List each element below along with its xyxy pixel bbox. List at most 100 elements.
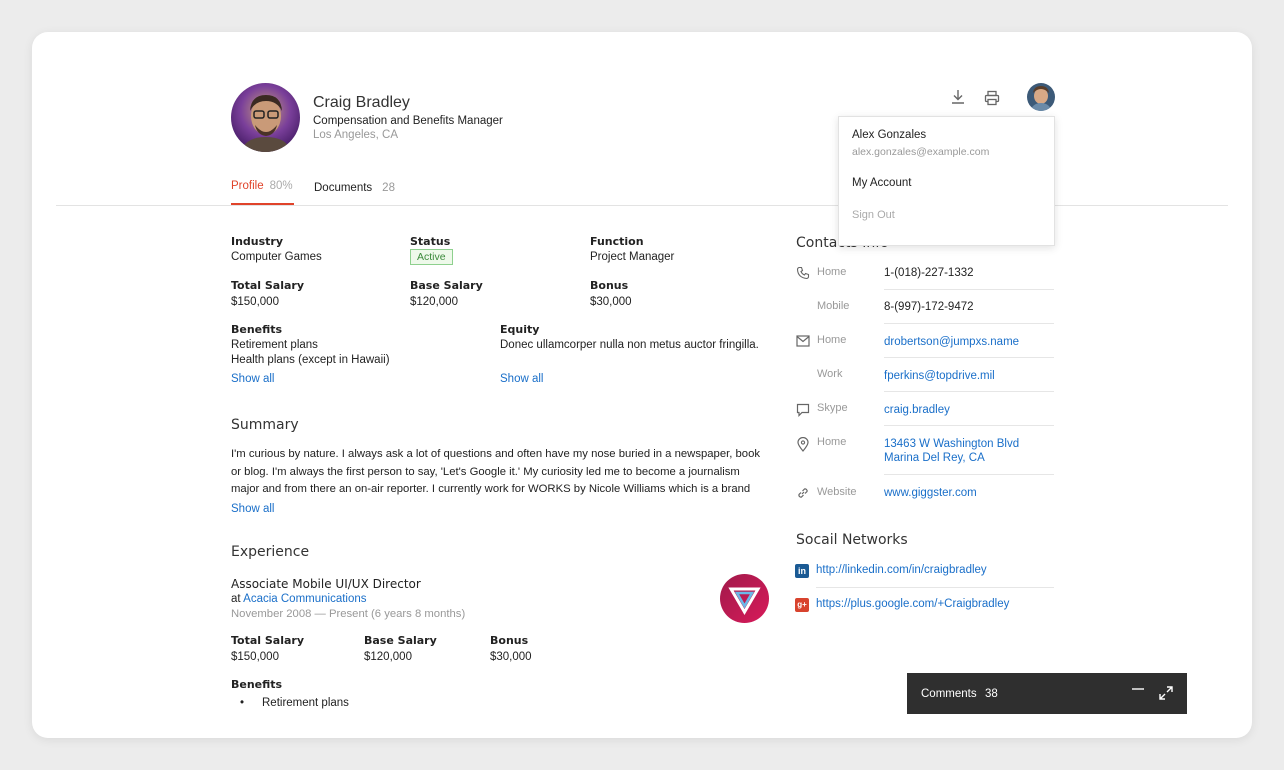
print-icon[interactable] [983, 89, 1001, 107]
social-heading: Socail Networks [796, 532, 908, 548]
account-dropdown-menu: Alex Gonzales alex.gonzales@example.com … [838, 116, 1055, 246]
mail-icon [796, 335, 810, 350]
tab-profile[interactable]: Profile 80% [231, 180, 293, 192]
exp-benefits-label: Benefits [231, 678, 283, 691]
my-account-menu-item[interactable]: My Account [852, 177, 911, 189]
status-badge: Active [410, 249, 453, 265]
contact-website-link[interactable]: www.giggster.com [884, 486, 977, 500]
contact-label: Home [817, 334, 847, 346]
bonus-value: $30,000 [590, 296, 632, 308]
tab-documents[interactable]: Documents 28 [314, 182, 395, 194]
equity-value: Donec ullamcorper nulla non metus auctor… [500, 339, 759, 351]
contact-row-phone-mobile: Mobile 8-(997)-172-9472 [796, 300, 1054, 324]
contact-row-website: Website www.giggster.com [796, 485, 1054, 509]
contact-label: Home [817, 436, 847, 448]
location-pin-icon [797, 436, 809, 455]
contact-row-phone-home: Home 1-(018)-227-1332 [796, 266, 1054, 290]
contact-label: Website [817, 486, 857, 498]
function-value: Project Manager [590, 251, 675, 263]
contact-label: Skype [817, 402, 848, 414]
tab-profile-count: 80% [269, 180, 293, 192]
download-icon[interactable] [949, 88, 967, 106]
contact-address-line2[interactable]: Marina Del Rey, CA [884, 451, 985, 465]
contact-value: 8-(997)-172-9472 [884, 301, 974, 313]
googleplus-icon: g+ [795, 598, 809, 612]
linkedin-icon: in [795, 564, 809, 578]
summary-show-all-link[interactable]: Show all [231, 503, 274, 515]
equity-show-all-link[interactable]: Show all [500, 373, 543, 385]
profile-job-title: Compensation and Benefits Manager [313, 115, 503, 127]
summary-heading: Summary [231, 417, 299, 433]
expand-icon[interactable] [1158, 685, 1174, 704]
exp-bonus-label: Bonus [490, 634, 529, 647]
account-avatar-button[interactable] [1027, 83, 1055, 111]
chat-icon [796, 403, 810, 420]
exp-base-salary-value: $120,000 [364, 651, 412, 663]
contact-row-address: Home 13463 W Washington Blvd Marina Del … [796, 436, 1054, 476]
contact-divider [796, 425, 1054, 426]
contact-row-email-home: Home drobertson@jumpxs.name [796, 334, 1054, 358]
benefits-label: Benefits [231, 323, 283, 336]
experience-role: Associate Mobile UI/UX Director [231, 577, 421, 591]
comments-count: 38 [985, 688, 998, 700]
summary-text: I'm curious by nature. I always ask a lo… [231, 448, 761, 495]
industry-label: Industry [231, 235, 284, 248]
contact-email-link[interactable]: fperkins@topdrive.mil [884, 369, 995, 383]
total-salary-value: $150,000 [231, 296, 279, 308]
link-icon [796, 486, 810, 503]
benefits-show-all-link[interactable]: Show all [231, 373, 274, 385]
status-label: Status [410, 235, 451, 248]
phone-icon [796, 266, 810, 283]
status-badge-wrap: Active [410, 248, 453, 265]
contact-row-skype: Skype craig.bradley [796, 402, 1054, 426]
sign-out-menu-item[interactable]: Sign Out [852, 209, 895, 221]
function-label: Function [590, 235, 644, 248]
tab-documents-label: Documents [314, 182, 373, 194]
experience-company-line: at Acacia Communications [231, 593, 367, 605]
comments-label: Comments [921, 688, 977, 700]
exp-total-salary-value: $150,000 [231, 651, 279, 663]
dropdown-user-name: Alex Gonzales [852, 129, 927, 141]
exp-total-salary-label: Total Salary [231, 634, 305, 647]
equity-label: Equity [500, 323, 540, 336]
googleplus-link[interactable]: https://plus.google.com/+Craigbradley [816, 598, 1009, 610]
profile-location: Los Angeles, CA [313, 129, 399, 141]
contact-label: Home [817, 266, 847, 278]
contact-label: Mobile [817, 300, 850, 312]
linkedin-link[interactable]: http://linkedin.com/in/craigbradley [816, 564, 987, 576]
bullet-dot: • [240, 697, 245, 709]
contact-value: 1-(018)-227-1332 [884, 267, 974, 279]
contact-email-link[interactable]: drobertson@jumpxs.name [884, 335, 1019, 349]
experience-company-link[interactable]: Acacia Communications [243, 593, 366, 605]
contact-divider [796, 289, 1054, 290]
profile-avatar [231, 83, 300, 152]
base-salary-value: $120,000 [410, 296, 458, 308]
profile-card: Craig Bradley Compensation and Benefits … [32, 32, 1252, 738]
tab-profile-label: Profile [231, 180, 264, 192]
industry-value: Computer Games [231, 251, 322, 263]
company-logo [720, 574, 769, 623]
dropdown-user-email: alex.gonzales@example.com [852, 146, 990, 158]
contact-divider [796, 357, 1054, 358]
contact-skype-link[interactable]: craig.bradley [884, 403, 950, 417]
benefits-item: Retirement plans [231, 339, 318, 351]
contact-divider [796, 323, 1054, 324]
exp-base-salary-label: Base Salary [364, 634, 437, 647]
benefits-item: Health plans (except in Hawaii) [231, 354, 390, 366]
comments-bar[interactable]: Comments 38 [907, 673, 1187, 714]
social-divider [816, 587, 1054, 588]
exp-bonus-value: $30,000 [490, 651, 532, 663]
contact-label: Work [817, 368, 843, 380]
exp-benefits-item: Retirement plans [262, 697, 349, 709]
contact-divider [796, 391, 1054, 392]
contact-divider [796, 474, 1054, 475]
tab-documents-count: 28 [382, 182, 395, 194]
experience-dates: November 2008 — Present (6 years 8 month… [231, 608, 466, 620]
base-salary-label: Base Salary [410, 279, 483, 292]
bonus-label: Bonus [590, 279, 629, 292]
minimize-icon[interactable] [1131, 683, 1145, 700]
total-salary-label: Total Salary [231, 279, 305, 292]
experience-heading: Experience [231, 544, 310, 560]
contact-address-line1[interactable]: 13463 W Washington Blvd [884, 437, 1019, 451]
profile-name: Craig Bradley [313, 94, 410, 111]
